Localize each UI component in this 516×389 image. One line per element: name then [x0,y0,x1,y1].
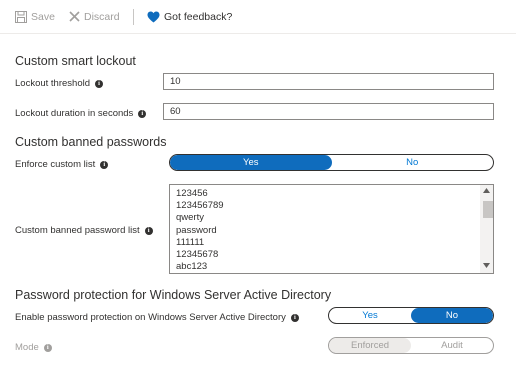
banned-password-item: password [176,224,217,236]
info-icon: i [43,343,52,352]
enable-ad-protection-toggle: Yes No [328,307,494,324]
info-icon[interactable]: i [100,160,109,169]
toolbar-divider [133,9,134,25]
mode-enforced-option: Enforced [329,338,411,353]
info-icon[interactable]: i [95,79,103,88]
enable-ad-protection-label: Enable password protection on Windows Se… [15,312,299,323]
banned-password-item: 12345678 [176,249,219,261]
info-icon[interactable]: i [144,226,153,235]
lockout-duration-text: Lockout duration in seconds [15,108,134,119]
enforce-custom-list-label: Enforce custom list i [15,159,109,170]
scrollbar-thumb[interactable] [483,201,493,218]
banned-password-item: qwerty [176,212,204,224]
lockout-threshold-text: Lockout threshold [15,78,90,89]
banned-password-list-label: Custom banned password list i [15,225,153,236]
enforce-custom-list-text: Enforce custom list [15,159,96,170]
mode-text: Mode [15,342,39,353]
discard-button[interactable]: Discard [69,0,120,33]
save-label: Save [31,10,55,23]
close-icon [69,11,80,22]
enforce-no-option[interactable]: No [332,155,494,170]
scroll-down-arrow-icon[interactable] [483,263,490,268]
section-heading-banned-passwords: Custom banned passwords [15,135,167,149]
lockout-threshold-label: Lockout threshold i [15,78,103,89]
enforce-yes-option[interactable]: Yes [170,155,332,170]
mode-label: Mode i [15,342,52,353]
banned-password-item: 111111 [176,236,205,248]
banned-password-list-text: Custom banned password list [15,225,140,236]
lockout-threshold-input[interactable]: 10 [163,73,494,90]
feedback-label: Got feedback? [164,10,233,23]
feedback-button[interactable]: Got feedback? [147,0,232,33]
mode-audit-option: Audit [441,340,463,351]
enable-ad-protection-text: Enable password protection on Windows Se… [15,312,286,323]
save-icon [15,10,27,23]
scroll-up-arrow-icon[interactable] [483,188,490,193]
banned-password-item: 123456 [176,188,208,199]
banned-password-item: abc123 [176,261,208,273]
scrollbar[interactable] [480,185,493,273]
banned-password-items: 123456 123456789 qwerty password 111111 12345… [170,185,493,273]
info-icon[interactable]: i [290,313,299,322]
banned-password-item: 123456789 [176,200,224,212]
section-heading-windows-ad: Password protection for Windows Server A… [15,288,332,302]
lockout-duration-label: Lockout duration in seconds i [15,108,147,119]
enforce-custom-list-toggle: Yes No [169,154,494,171]
enable-yes-option[interactable]: Yes [329,308,411,323]
banned-password-textarea[interactable]: 123456 123456789 qwerty password 111111 12345… [169,184,494,274]
enable-no-option[interactable]: No [411,308,493,323]
section-heading-smart-lockout: Custom smart lockout [15,54,136,68]
save-button[interactable]: Save [15,0,55,33]
info-icon[interactable]: i [138,109,147,118]
lockout-duration-input[interactable]: 60 [163,103,494,120]
heart-icon [147,11,160,23]
mode-toggle: Enforced Audit [328,337,494,354]
discard-label: Discard [84,10,120,23]
